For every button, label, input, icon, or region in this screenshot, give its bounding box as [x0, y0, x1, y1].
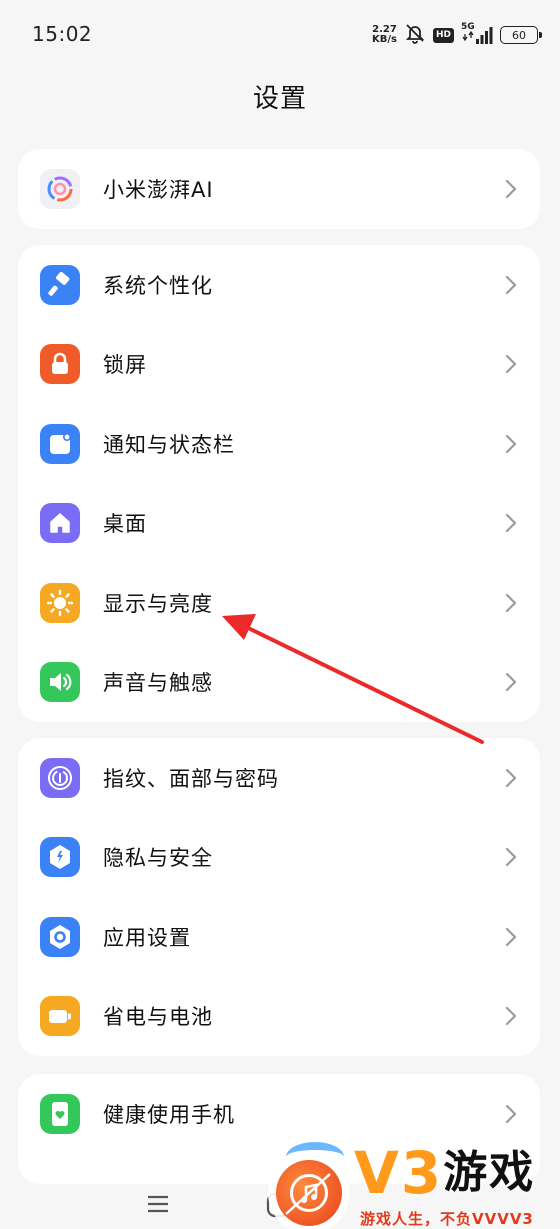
watermark-brand: V3游戏: [354, 1139, 536, 1207]
lock-icon: [40, 344, 80, 385]
settings-item-label: 省电与电池: [103, 1005, 213, 1030]
chevron-right-icon: [505, 355, 517, 374]
settings-item-fingerprint-face-password[interactable]: 指纹、面部与密码: [18, 738, 540, 818]
chevron-right-icon: [505, 179, 517, 198]
settings-item-lock-screen[interactable]: 锁屏: [18, 325, 540, 405]
settings-item-label: 应用设置: [103, 925, 191, 950]
app-settings-icon: [40, 916, 80, 957]
recents-menu-button[interactable]: [146, 1194, 170, 1218]
chevron-right-icon: [505, 1007, 517, 1026]
settings-item-xiaomi-hyper-ai[interactable]: 小米澎湃AI: [18, 149, 540, 229]
settings-item-label: 桌面: [103, 512, 147, 537]
theme-brush-icon: [40, 264, 80, 305]
chevron-right-icon: [505, 927, 517, 946]
sun-icon: [40, 582, 80, 623]
settings-item-label: 指纹、面部与密码: [103, 766, 279, 791]
settings-item-label: 锁屏: [103, 353, 147, 378]
notification-icon: [40, 423, 80, 464]
settings-item-label: 小米澎湃AI: [103, 177, 214, 202]
status-bar: 15:02 2.27 KB/s HD 5G 60: [0, 0, 560, 70]
settings-item-notifications-status-bar[interactable]: 通知与状态栏: [18, 404, 540, 484]
chevron-right-icon: [505, 593, 517, 612]
signal-icon: 5G: [461, 22, 493, 45]
speaker-icon: [40, 662, 80, 703]
settings-item-system-personalization[interactable]: 系统个性化: [18, 245, 540, 325]
settings-item-label: 健康使用手机: [103, 1102, 235, 1127]
mute-bell-icon: [404, 22, 426, 48]
chevron-right-icon: [505, 514, 517, 533]
settings-item-label: 通知与状态栏: [103, 432, 235, 457]
watermark-logo-icon: [276, 1160, 342, 1226]
chevron-right-icon: [505, 1104, 517, 1123]
settings-item-label: 系统个性化: [103, 273, 213, 298]
settings-item-sound-haptics[interactable]: 声音与触感: [18, 643, 540, 723]
settings-group-personalization: 系统个性化 锁屏 通知与状态栏 桌面 显示与亮度 声音与触感: [18, 245, 540, 722]
network-speed-unit: KB/s: [372, 34, 397, 45]
watermark-slogan: 游戏人生，不负VVVV3: [360, 1210, 534, 1228]
chevron-right-icon: [505, 673, 517, 692]
settings-item-label: 隐私与安全: [103, 846, 213, 871]
status-icons: 2.27 KB/s HD 5G 60: [372, 22, 542, 48]
hd-voice-badge: HD: [432, 27, 454, 43]
settings-group-ai: 小米澎湃AI: [18, 149, 540, 229]
chevron-right-icon: [505, 434, 517, 453]
network-speed: 2.27 KB/s: [372, 25, 397, 45]
settings-item-home-screen[interactable]: 桌面: [18, 484, 540, 564]
settings-item-app-settings[interactable]: 应用设置: [18, 897, 540, 977]
settings-group-security: 指纹、面部与密码 隐私与安全 应用设置 省电与电池: [18, 738, 540, 1056]
settings-item-battery[interactable]: 省电与电池: [18, 977, 540, 1057]
fingerprint-icon: [40, 757, 80, 798]
chevron-right-icon: [505, 275, 517, 294]
chevron-right-icon: [505, 848, 517, 867]
battery-indicator: 60: [500, 26, 542, 44]
wellbeing-icon: [40, 1093, 80, 1134]
hyperos-ai-icon: [40, 168, 80, 209]
chevron-right-icon: [505, 768, 517, 787]
menu-icon: [148, 1195, 168, 1213]
settings-item-label: 声音与触感: [103, 671, 213, 696]
privacy-shield-icon: [40, 837, 80, 878]
settings-item-display-brightness[interactable]: 显示与亮度: [18, 563, 540, 643]
home-icon: [40, 503, 80, 544]
v3-watermark: V3游戏 游戏人生，不负VVVV3: [272, 1140, 560, 1229]
status-time: 15:02: [32, 22, 93, 46]
settings-item-privacy-security[interactable]: 隐私与安全: [18, 818, 540, 898]
settings-item-label: 显示与亮度: [103, 591, 213, 616]
page-title: 设置: [252, 84, 307, 114]
battery-icon: [40, 996, 80, 1037]
